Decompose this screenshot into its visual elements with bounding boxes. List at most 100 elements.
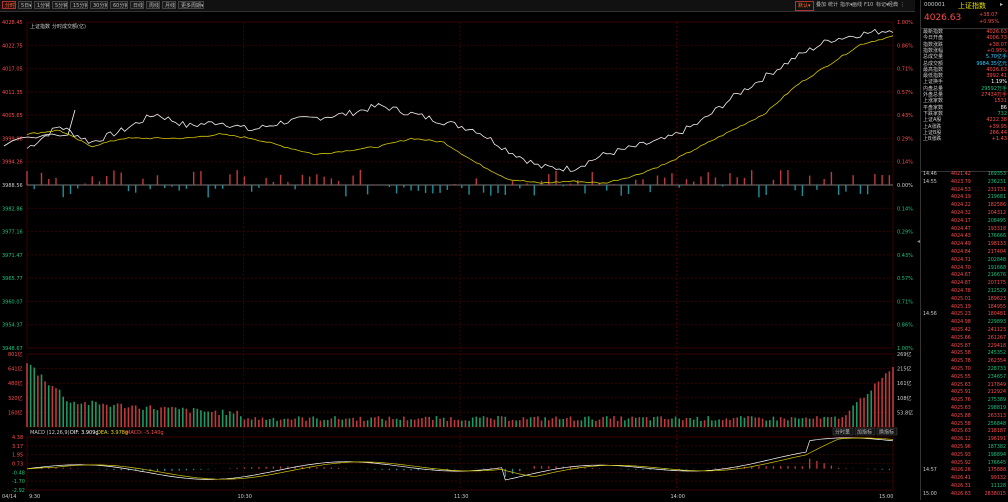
- pct-axis-label: 0.43%: [897, 113, 913, 119]
- vol-axis-label: 641亿: [8, 366, 23, 373]
- tick-volume: 169353: [987, 172, 1006, 177]
- toolbar-right-2[interactable]: 指示▾: [840, 1, 853, 9]
- toolbar-right-6[interactable]: 经典: [888, 1, 898, 9]
- price-axis-label: 3994.26: [2, 160, 23, 166]
- tick-volume: 218187: [987, 429, 1006, 435]
- tick-row: 4025.63 217849: [921, 383, 1008, 390]
- tick-row: 4025.91 212924: [921, 390, 1008, 397]
- macd-axis-label: 1.95: [12, 453, 23, 459]
- tick-price: 4025.91: [951, 390, 971, 396]
- period-tab-7[interactable]: 日线: [130, 1, 144, 9]
- tick-volume: 2838015: [984, 491, 1006, 497]
- tick-price: 4026.26: [951, 468, 971, 474]
- toolbar-right-0[interactable]: 叠加: [816, 1, 826, 9]
- tick-price: 4024.67: [951, 273, 971, 279]
- toolbar-right-4[interactable]: F10: [864, 1, 873, 9]
- tick-volume: 256848: [987, 421, 1006, 427]
- tick-row: 4024.71 202848: [921, 258, 1008, 265]
- quote-header: 000001 上证指数 ▸ 4026.63 +38.07 +0.95%: [921, 0, 1008, 29]
- tick-price: 4025.70: [951, 367, 971, 372]
- intraday-chart[interactable]: 4028.45 1.00% 4022.75 0.86% 4017.05 0.71% 4011…: [0, 11, 915, 500]
- tick-price: 4024.17: [951, 218, 971, 224]
- tick-volume: 191668: [987, 265, 1006, 271]
- index-code: 000001: [924, 2, 945, 8]
- panel-close-icon[interactable]: ▸: [1000, 1, 1003, 8]
- toolbar-right-7[interactable]: ⋮: [900, 1, 905, 9]
- tick-row: 4024.67 216676: [921, 273, 1008, 280]
- current-price: 4026.63: [924, 13, 962, 23]
- collapse-arrow-icon[interactable]: ◂: [917, 238, 920, 245]
- tick-price: 4026.12: [951, 437, 971, 443]
- tick-price: 4025.55: [951, 374, 971, 380]
- period-tab-3[interactable]: 5分钟: [52, 1, 68, 9]
- macd-button-label[interactable]: 加指标: [857, 429, 872, 436]
- period-tab-9[interactable]: 月线: [162, 1, 176, 9]
- tick-row: 4025.76 275389: [921, 398, 1008, 405]
- tick-price: 4025.23: [951, 312, 971, 318]
- tick-row: 14:57 4026.26 175888: [921, 468, 1008, 475]
- tick-row: 4024.98 229893: [921, 320, 1008, 327]
- tick-volume: 212529: [987, 289, 1006, 294]
- price-axis-label: 4022.75: [2, 43, 23, 49]
- tick-volume: 229418: [987, 343, 1006, 349]
- tick-volume: 99132: [990, 476, 1006, 482]
- period-tab-0[interactable]: 分时: [2, 1, 16, 9]
- tick-row: 4025.78 262354: [921, 359, 1008, 366]
- tick-price: 4025.58: [951, 351, 971, 357]
- pct-axis-label: 0.86%: [897, 323, 913, 329]
- tick-list[interactable]: 14:46 4021.42 169353 14:55 4023.79 236231 4024…: [921, 171, 1008, 501]
- tick-row: 4025.19 184955: [921, 305, 1008, 312]
- tick-row: 4025.01 189623: [921, 297, 1008, 304]
- tick-time: 15:00: [923, 491, 937, 497]
- price-axis-label: 4005.65: [2, 113, 23, 119]
- tick-price: 4024.19: [951, 195, 971, 201]
- toolbar-right-1[interactable]: 统计: [828, 1, 838, 9]
- default-mode-toggle[interactable]: 默认▾: [795, 1, 814, 11]
- macd-axis-label: -1.70: [12, 479, 25, 485]
- tick-price: 4026.31: [951, 484, 971, 489]
- tick-price: 4026.63: [951, 491, 971, 497]
- vol-axis-label: 160亿: [8, 409, 23, 416]
- tick-row: 4026.12 196191: [921, 437, 1008, 444]
- toolbar-right-5[interactable]: 标记▾: [876, 1, 889, 9]
- tick-price: 4025.66: [951, 335, 971, 341]
- tick-price: 4025.88: [951, 413, 971, 419]
- period-tab-8[interactable]: 周线: [146, 1, 160, 9]
- tick-volume: 196191: [987, 437, 1006, 443]
- period-tab-2[interactable]: 1分钟: [34, 1, 50, 9]
- pct-axis-label: 0.14%: [897, 206, 913, 212]
- tick-row: 4025.87 229418: [921, 344, 1008, 351]
- tick-volume: 11128: [990, 484, 1006, 489]
- tick-price: 4024.47: [951, 226, 971, 232]
- tick-price: 4024.71: [951, 257, 971, 263]
- tick-price: 4025.76: [951, 398, 971, 404]
- tick-volume: 298819: [987, 406, 1006, 411]
- tick-price: 4024.22: [951, 203, 971, 209]
- period-tab-6[interactable]: 60分钟: [110, 1, 128, 9]
- tick-price: 4025.92: [951, 460, 971, 466]
- period-tab-5[interactable]: 30分钟: [90, 1, 108, 9]
- macd-button-label[interactable]: 换指标: [879, 429, 894, 436]
- toolbar-right-3[interactable]: 画线: [852, 1, 862, 9]
- tick-row: 4024.43 176666: [921, 234, 1008, 241]
- stat-row: 上B涨跌 +1.43: [923, 136, 1007, 142]
- tick-row: 4026.31 11128: [921, 484, 1008, 491]
- time-axis-label: 10:30: [238, 494, 252, 500]
- pct-axis-label: 0.86%: [897, 43, 913, 49]
- tick-row: 4025.88 263313: [921, 414, 1008, 421]
- vol-axis-label-right: 161亿: [897, 380, 912, 387]
- tick-row: 4026.41 99132: [921, 476, 1008, 483]
- macd-button-label[interactable]: 分时量: [835, 429, 850, 436]
- vol-axis-label: 801亿: [8, 351, 23, 358]
- tick-volume: 236231: [987, 179, 1006, 185]
- tick-volume: 189623: [987, 296, 1006, 302]
- tick-volume: 176666: [987, 234, 1006, 240]
- period-tab-1[interactable]: 5日▾: [18, 1, 32, 9]
- tick-volume: 217404: [987, 250, 1006, 255]
- tick-price: 4024.84: [951, 250, 971, 255]
- period-tab-4[interactable]: 15分钟: [70, 1, 88, 9]
- chart-area[interactable]: 4028.45 1.00% 4022.75 0.86% 4017.05 0.71% 4011…: [0, 11, 915, 500]
- macd-axis-label: -0.48: [12, 470, 25, 476]
- period-tab-10[interactable]: 更多周期▾: [178, 1, 204, 9]
- tick-volume: 234657: [987, 374, 1006, 380]
